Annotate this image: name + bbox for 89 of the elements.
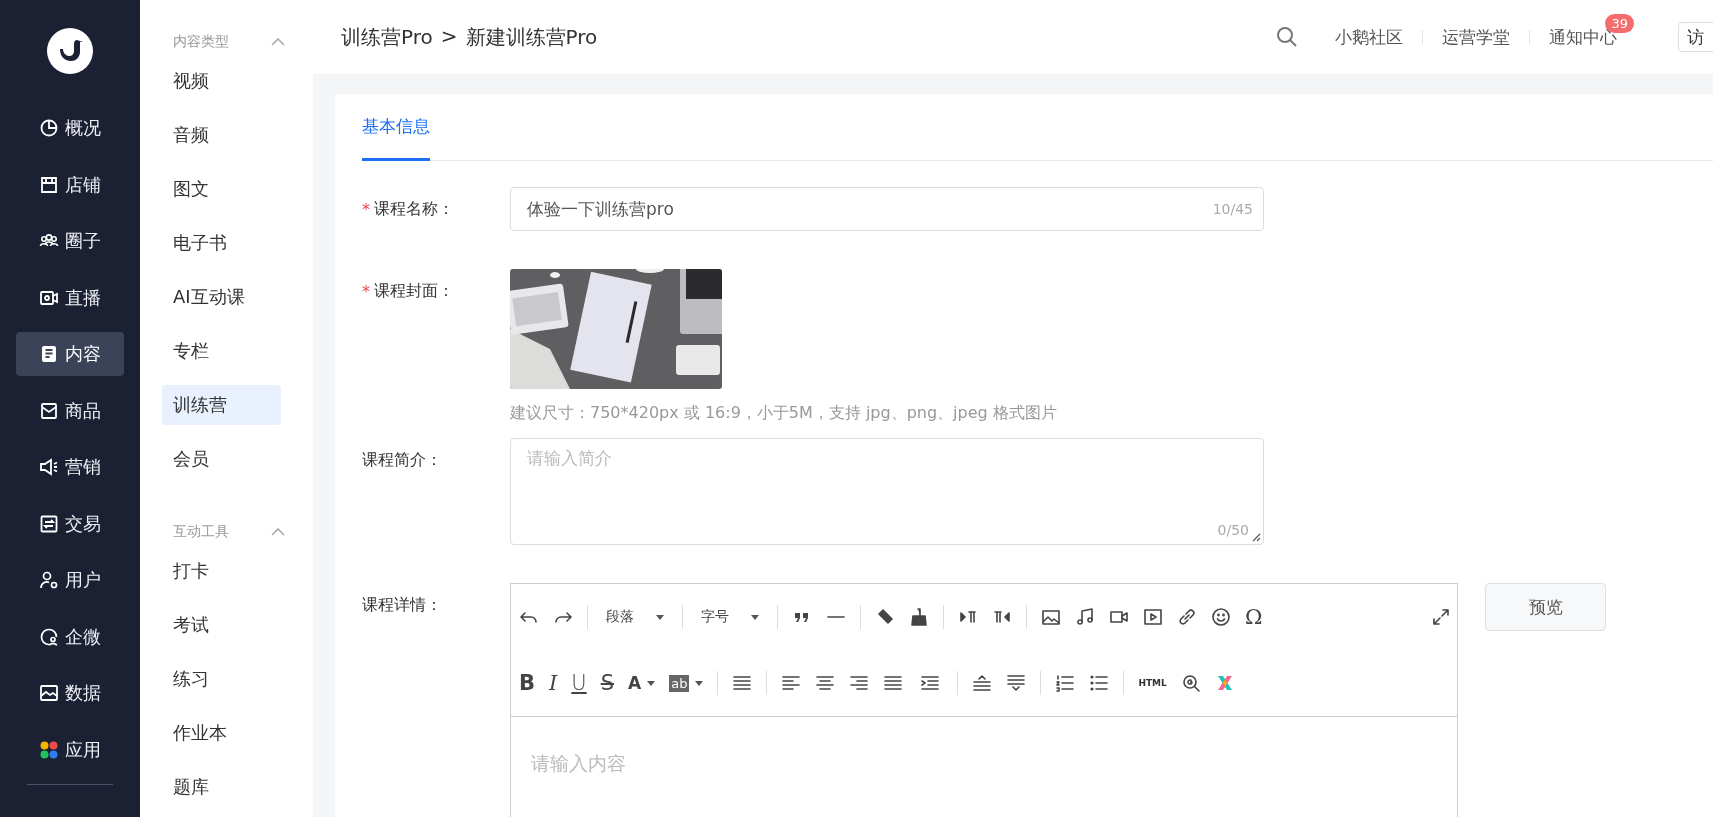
subnav-item[interactable]: 题库 — [162, 767, 281, 807]
megaphone-icon — [39, 457, 59, 477]
field-label: 课程封面： — [374, 280, 454, 302]
search-icon[interactable] — [1276, 26, 1298, 48]
image-icon[interactable] — [1041, 607, 1061, 627]
chat-user-icon — [39, 626, 59, 647]
subnav-item[interactable]: 电子书 — [162, 223, 281, 263]
visit-button[interactable]: 访 — [1678, 22, 1713, 52]
subnav-item[interactable]: 音频 — [162, 115, 281, 155]
html-button[interactable]: HTML — [1138, 678, 1167, 688]
required-mark: * — [362, 281, 370, 301]
section-title: 互动工具 — [173, 523, 229, 541]
subnav-item[interactable]: 打卡 — [162, 551, 281, 591]
format-paragraph-icon[interactable] — [732, 673, 753, 693]
ordered-list-icon[interactable] — [1055, 673, 1076, 693]
caret-icon[interactable] — [695, 680, 704, 686]
document-icon — [39, 344, 59, 364]
character-counter: 10/45 — [1212, 201, 1253, 217]
nav-item[interactable]: 交易 — [16, 501, 124, 546]
hint-text: 建议尺寸：750*420px 或 16:9，小于5M，支持 jpg、png、jpeg 格式图片 — [510, 403, 1057, 424]
subnav-item[interactable]: 作业本 — [162, 713, 281, 753]
field-label: 课程名称： — [374, 198, 454, 220]
nav-item[interactable]: 商品 — [16, 388, 124, 433]
emoji-icon[interactable] — [1211, 607, 1231, 627]
tab[interactable]: 基本信息 — [362, 94, 430, 161]
nav-item[interactable]: 用户 — [16, 558, 124, 602]
field-label: 课程详情： — [362, 594, 442, 616]
subnav-item[interactable]: 练习 — [162, 659, 281, 699]
subnav-item[interactable]: 专栏 — [162, 331, 281, 371]
subnav-item[interactable]: AI互动课 — [162, 277, 281, 317]
eraser-icon[interactable] — [875, 607, 895, 627]
align-right-icon[interactable] — [849, 673, 870, 693]
line-height-icon[interactable] — [972, 673, 993, 693]
subnav-item[interactable]: 视频 — [162, 61, 281, 101]
nav-item[interactable]: 圈子 — [16, 219, 124, 263]
header-link[interactable]: 运营学堂 — [1423, 25, 1529, 49]
preview-button[interactable]: 预览 — [1485, 583, 1606, 631]
brush-icon[interactable] — [909, 607, 929, 627]
nav-item[interactable]: 数据 — [16, 671, 124, 715]
required-mark: * — [362, 199, 370, 219]
strikethrough-button[interactable]: S — [600, 671, 615, 695]
caret-icon[interactable] — [656, 614, 664, 620]
nav-item[interactable]: 店铺 — [16, 162, 124, 207]
font-color-button[interactable]: A — [628, 673, 656, 693]
special-character-button[interactable]: Ω — [1245, 605, 1263, 629]
logo-icon[interactable] — [47, 28, 93, 74]
storefront-icon — [39, 174, 59, 195]
nav-item[interactable]: 营销 — [16, 445, 124, 489]
paragraph-select[interactable]: 段落 — [602, 608, 668, 626]
header-link[interactable]: 小鹅社区 — [1316, 25, 1422, 49]
media-icon[interactable] — [1143, 607, 1163, 627]
character-counter: 0/50 — [1217, 522, 1249, 538]
nav-item[interactable]: 概况 — [16, 106, 124, 150]
nav-item[interactable]: 应用 — [16, 727, 124, 772]
apps-icon — [39, 739, 59, 760]
nav-item[interactable]: 企微 — [16, 614, 124, 659]
subnav-item[interactable]: 图文 — [162, 169, 281, 209]
align-left-icon[interactable] — [781, 673, 802, 693]
bold-button[interactable]: B — [519, 671, 535, 695]
caret-icon[interactable] — [751, 614, 759, 620]
rich-text-editor[interactable]: 段落 字号 Ω B I U S A ab HTML 请输入内容 — [510, 583, 1458, 817]
breadcrumb-current: 新建训练营Pro — [465, 23, 598, 51]
image-chart-icon — [39, 683, 59, 703]
field-label: 课程简介： — [362, 449, 442, 471]
caret-icon[interactable] — [647, 680, 656, 686]
course-name-field[interactable]: 体验一下训练营pro 10/45 — [510, 187, 1264, 231]
pie-chart-icon — [39, 118, 59, 138]
breadcrumb-link[interactable]: 训练营Pro — [341, 23, 433, 51]
breadcrumb-separator: > — [440, 23, 458, 50]
bulleted-list-icon[interactable] — [1089, 673, 1110, 693]
paragraph-spacing-icon[interactable] — [1006, 673, 1027, 693]
subnav-item[interactable]: 考试 — [162, 605, 281, 645]
font-size-select[interactable]: 字号 — [697, 608, 763, 626]
italic-button[interactable]: I — [549, 671, 558, 695]
underline-button[interactable]: U — [571, 671, 587, 695]
link-icon[interactable] — [1177, 607, 1197, 627]
fullscreen-icon[interactable] — [1431, 607, 1451, 627]
music-note-icon[interactable] — [1075, 607, 1095, 627]
justify-icon[interactable] — [883, 673, 904, 693]
section-title: 内容类型 — [173, 33, 229, 51]
editor-placeholder: 请输入内容 — [530, 751, 627, 776]
search-icon[interactable] — [1180, 673, 1201, 693]
resize-grip-icon[interactable] — [1252, 533, 1261, 542]
nav-item[interactable]: 内容 — [16, 332, 124, 376]
subnav-item[interactable]: 会员 — [162, 439, 281, 479]
align-center-icon[interactable] — [815, 673, 836, 693]
nav-item[interactable]: 直播 — [16, 275, 124, 320]
exchange-icon — [39, 513, 59, 534]
subnav-item[interactable]: 训练营 — [162, 385, 281, 425]
